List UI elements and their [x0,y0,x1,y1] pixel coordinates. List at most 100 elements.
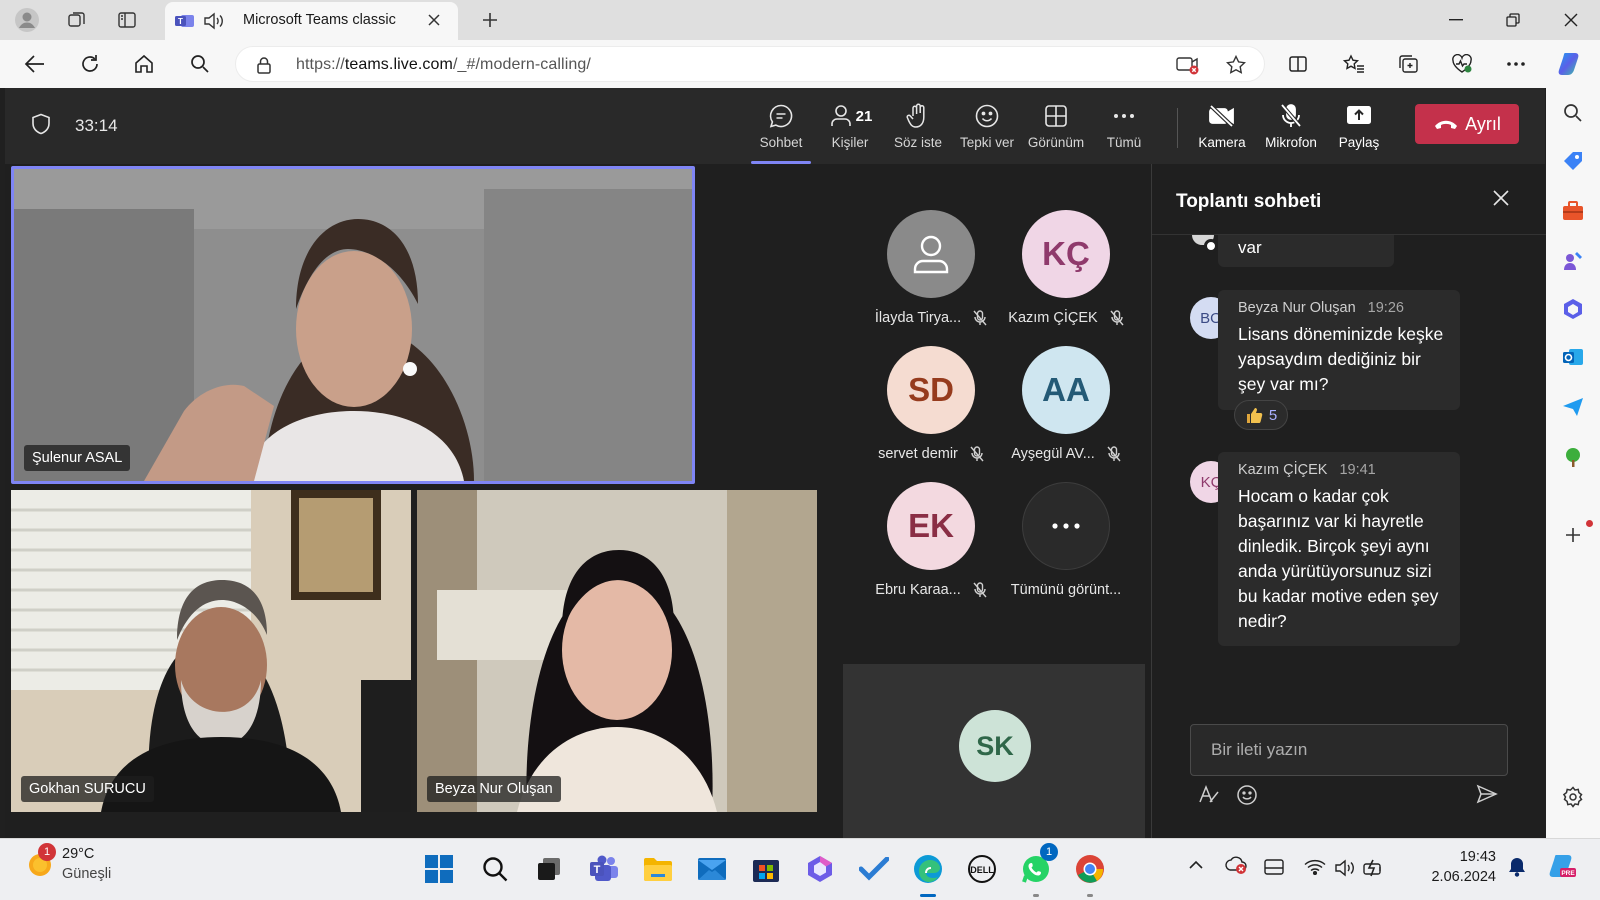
mail-icon[interactable] [694,851,730,887]
weather-widget[interactable]: 1 [24,843,56,879]
emoji-icon[interactable] [1236,784,1258,806]
avatar [887,210,975,298]
whatsapp-icon[interactable]: 1 [1018,843,1058,897]
profile-icon[interactable] [12,6,42,34]
people-toolbar-button[interactable]: 21 Kişiler [818,100,882,158]
search-icon[interactable] [477,851,513,887]
audio-playing-icon[interactable] [203,12,225,30]
search-icon[interactable] [184,48,216,80]
teams-taskbar-icon[interactable]: T [586,851,622,887]
todo-icon[interactable] [856,851,892,887]
add-icon[interactable] [1560,522,1586,548]
chat-title: Toplantı sohbeti [1176,191,1322,212]
collections-icon[interactable] [1392,48,1424,80]
more-options-icon[interactable] [1500,48,1532,80]
chat-message-partial[interactable]: var [1218,235,1394,267]
start-icon[interactable] [421,851,457,887]
chat-message[interactable]: Kazım ÇİÇEK 19:41 Hocam o kadar çok başar… [1218,452,1460,646]
microsoft-365-icon[interactable] [1560,296,1586,322]
lock-icon[interactable] [256,56,272,74]
react-toolbar-button[interactable]: Tepki ver [955,100,1019,158]
share-toolbar-button[interactable]: Paylaş [1327,100,1391,158]
wifi-icon[interactable] [1304,859,1326,875]
volume-icon[interactable] [1334,859,1356,877]
participant-ilayda[interactable]: İlayda Tirya... [866,210,996,326]
favorite-star-icon[interactable] [1226,55,1246,75]
active-tab[interactable]: T Microsoft Teams classic [165,2,458,40]
chrome-icon[interactable] [1072,851,1108,897]
leave-button[interactable]: Ayrıl [1415,104,1519,144]
minimize-icon[interactable] [1433,4,1479,36]
copilot-taskbar-icon[interactable] [802,851,838,887]
vertical-tabs-icon[interactable] [112,6,142,34]
browser-health-icon[interactable] [1446,48,1478,80]
svg-text:T: T [594,864,601,876]
reaction-badge[interactable]: 5 [1234,400,1288,430]
chat-message[interactable]: Beyza Nur Oluşan 19:26 Lisans döneminizde… [1218,290,1460,410]
view-toolbar-button[interactable]: Görünüm [1024,100,1088,158]
send-feedback-icon[interactable] [1560,394,1586,420]
participant-gallery: İlayda Tirya... KÇ Kazım ÇİÇEK SD servet… [843,164,1143,660]
dell-icon[interactable]: DELL [964,851,1000,887]
notification-bell-icon[interactable] [1508,857,1526,877]
raise-hand-toolbar-button[interactable]: Söz iste [886,100,950,158]
video-tile-speaker[interactable]: Şulenur ASAL [11,166,695,484]
video-tile-gokhan[interactable]: Gokhan SURUCU [11,490,411,812]
send-icon[interactable] [1476,784,1498,804]
video-tile-beyza[interactable]: Beyza Nur Oluşan [417,490,817,812]
tree-icon[interactable] [1560,444,1586,470]
mic-toolbar-button[interactable]: Mikrofon [1259,100,1323,158]
view-all-participants-button[interactable]: Tümünü görünt... [1001,482,1131,598]
search-icon[interactable] [1560,100,1586,126]
camera-toolbar-button[interactable]: Kamera [1190,100,1254,158]
chevron-up-icon[interactable] [1188,859,1204,869]
battery-charging-icon[interactable] [1362,859,1386,877]
games-icon[interactable] [1560,248,1586,274]
microsoft-store-icon[interactable] [748,851,784,887]
format-icon[interactable] [1198,784,1220,804]
edge-taskbar-icon[interactable] [910,851,946,897]
participant-aysegul[interactable]: AA Ayşegül AV... [1001,346,1131,462]
chat-message-input[interactable]: Bir ileti yazın [1190,724,1508,776]
file-explorer-icon[interactable] [640,851,676,887]
video-name-tag: Şulenur ASAL [24,445,131,471]
shield-icon[interactable] [31,113,51,135]
cloud-sync-icon[interactable] [1224,855,1248,875]
video-name-tag: Beyza Nur Oluşan [427,776,561,802]
whatsapp-badge: 1 [1040,843,1058,861]
participant-kazim[interactable]: KÇ Kazım ÇİÇEK [1001,210,1131,326]
system-clock[interactable]: 19:43 2.06.2024 [1430,847,1496,887]
notification-dot [1586,520,1593,527]
home-icon[interactable] [128,48,160,80]
task-view-icon[interactable] [531,851,567,887]
close-tab-icon[interactable] [427,13,441,27]
close-window-icon[interactable] [1548,4,1594,36]
copilot-tray-icon[interactable]: PRE [1548,853,1576,879]
smile-icon [955,100,1019,132]
workspaces-icon[interactable] [62,6,92,34]
copilot-icon[interactable] [1554,48,1586,80]
camera-blocked-icon[interactable] [1176,55,1200,75]
teams-meeting-window: 33:14 Sohbet 21 Kişiler Söz iste Tepki v… [5,88,1546,838]
close-icon[interactable] [1492,189,1510,207]
more-toolbar-button[interactable]: Tümü [1092,100,1156,158]
split-screen-icon[interactable] [1282,48,1314,80]
favorites-icon[interactable] [1338,48,1370,80]
url-field[interactable]: https://teams.live.com/_#/modern-calling… [235,46,1265,82]
video-tile-sk[interactable]: SK [843,664,1145,838]
restore-icon[interactable] [1490,4,1536,36]
participant-ebru[interactable]: EK Ebru Karaa... [866,482,996,598]
tools-icon[interactable] [1560,198,1586,224]
settings-icon[interactable] [1560,784,1586,810]
refresh-icon[interactable] [74,48,106,80]
meeting-timer: 33:14 [75,116,118,135]
chat-toolbar-button[interactable]: Sohbet [749,100,813,164]
outlook-icon[interactable] [1560,344,1586,370]
shopping-tag-icon[interactable] [1560,148,1586,174]
new-tab-icon[interactable] [475,6,505,34]
person-icon [913,235,949,274]
back-icon[interactable] [19,48,51,80]
weather-badge: 1 [38,843,56,861]
participant-servet[interactable]: SD servet demir [866,346,996,462]
display-icon[interactable] [1264,859,1284,875]
